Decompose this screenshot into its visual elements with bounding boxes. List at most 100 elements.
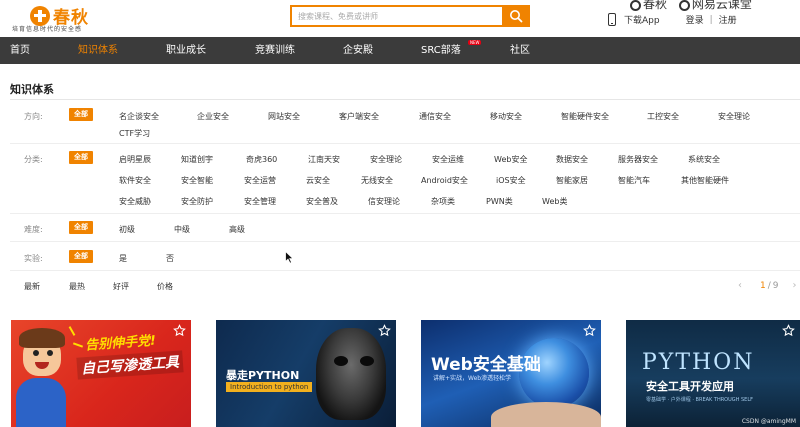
filter-option[interactable]: 安全理论 — [370, 154, 402, 165]
brand-chunqiu[interactable]: 春秋 — [643, 0, 667, 11]
next-page-button[interactable]: › — [793, 280, 797, 291]
hands-illustration — [491, 402, 601, 427]
filter-label-difficulty: 难度: — [24, 225, 43, 234]
favorite-star-icon[interactable] — [782, 324, 795, 337]
filter-option[interactable]: 智能家居 — [556, 175, 588, 186]
filter-option[interactable]: 企业安全 — [197, 111, 229, 122]
filter-option[interactable]: 网站安全 — [268, 111, 300, 122]
filter-option[interactable]: 工控安全 — [647, 111, 679, 122]
filter-all-category[interactable]: 全部 — [69, 151, 93, 164]
brand-netease[interactable]: 网易云课堂 — [692, 0, 752, 11]
filter-option[interactable]: 无线安全 — [361, 175, 393, 186]
nav-home[interactable]: 首页 — [10, 37, 30, 64]
filter-label-lab: 实验: — [24, 254, 43, 263]
filter-label-category: 分类: — [24, 155, 43, 164]
nav-knowledge-system[interactable]: 知识体系 — [78, 37, 118, 64]
filter-option[interactable]: 安全运营 — [244, 175, 276, 186]
main-nav: 首页 知识体系 职业成长 竞赛训练 企安殿 SRC部落 NEW 社区 — [0, 37, 800, 64]
filter-all-lab[interactable]: 全部 — [69, 250, 93, 263]
search-box — [290, 5, 530, 27]
filter-option[interactable]: 是 — [119, 253, 127, 264]
filter-option[interactable]: 通信安全 — [419, 111, 451, 122]
divider — [10, 143, 800, 144]
watermark: CSDN @amingMM — [741, 418, 796, 425]
filter-option[interactable]: 移动安全 — [490, 111, 522, 122]
nav-competition-training[interactable]: 竞赛训练 — [255, 37, 295, 64]
page-separator: / — [767, 280, 771, 291]
filter-option[interactable]: 系统安全 — [688, 154, 720, 165]
link-separator: | — [709, 14, 713, 25]
filter-option[interactable]: 初级 — [119, 224, 135, 235]
search-button[interactable] — [502, 5, 530, 27]
favorite-star-icon[interactable] — [583, 324, 596, 337]
nav-enterprise-security[interactable]: 企安殿 — [343, 37, 373, 64]
download-app-link[interactable]: 下载App — [624, 13, 660, 26]
filter-option[interactable]: 云安全 — [306, 175, 330, 186]
user-links: 下载App 登录 | 注册 — [608, 13, 737, 26]
chunqiu-brand-icon — [630, 0, 641, 11]
nav-career-growth[interactable]: 职业成长 — [166, 37, 206, 64]
filter-option[interactable]: PWN类 — [486, 196, 513, 207]
skull-illustration — [316, 328, 386, 420]
filter-option[interactable]: 否 — [166, 253, 174, 264]
course-title: Web安全基础 — [431, 355, 541, 375]
site-slogan: 培育信息时代的安全感 — [12, 26, 83, 33]
sort-best-rated[interactable]: 好评 — [113, 281, 129, 292]
prev-page-button[interactable]: ‹ — [738, 280, 742, 291]
filter-option[interactable]: 奇虎360 — [246, 154, 277, 165]
nav-community[interactable]: 社区 — [510, 37, 530, 64]
nav-src-tribe[interactable]: SRC部落 — [421, 37, 461, 64]
register-link[interactable]: 注册 — [719, 13, 737, 26]
course-title: 暴走PYTHON — [226, 369, 300, 382]
filter-option[interactable]: 中级 — [174, 224, 190, 235]
filter-option[interactable]: 安全普及 — [306, 196, 338, 207]
divider — [10, 213, 800, 214]
filter-option[interactable]: 安全管理 — [244, 196, 276, 207]
filter-option[interactable]: 杂项类 — [431, 196, 455, 207]
filter-option[interactable]: 名企谈安全 — [119, 111, 159, 122]
course-subtitle: 安全工具开发应用 — [646, 380, 734, 393]
filter-option[interactable]: 其他智能硬件 — [681, 175, 729, 186]
sort-price[interactable]: 价格 — [157, 281, 173, 292]
filter-option[interactable]: 信安理论 — [368, 196, 400, 207]
filter-option[interactable]: 江南天安 — [308, 154, 340, 165]
filter-option[interactable]: 安全智能 — [181, 175, 213, 186]
filter-option[interactable]: 智能硬件安全 — [561, 111, 609, 122]
current-page: 1 — [760, 280, 766, 291]
section-title: 知识体系 — [10, 83, 54, 96]
filter-all-difficulty[interactable]: 全部 — [69, 221, 93, 234]
filter-option[interactable]: 服务器安全 — [618, 154, 658, 165]
course-card[interactable]: 暴走PYTHON Introduction to python — [216, 320, 396, 427]
filter-option[interactable]: 客户端安全 — [339, 111, 379, 122]
favorite-star-icon[interactable] — [378, 324, 391, 337]
filter-option[interactable]: 高级 — [229, 224, 245, 235]
filter-option[interactable]: Web类 — [542, 196, 567, 207]
divider — [10, 270, 800, 271]
filter-all-direction[interactable]: 全部 — [69, 108, 93, 121]
filter-option[interactable]: 安全威胁 — [119, 196, 151, 207]
filter-option[interactable]: CTF学习 — [119, 128, 150, 139]
course-subtitle: 讲解+实战，Web渗透轻松学 — [433, 375, 512, 382]
filter-option[interactable]: Android安全 — [421, 175, 468, 186]
filter-option[interactable]: 安全防护 — [181, 196, 213, 207]
sort-hottest[interactable]: 最热 — [69, 281, 85, 292]
filter-option[interactable]: Web安全 — [494, 154, 527, 165]
course-card[interactable]: PYTHON 安全工具开发应用 零基础学 · 户外课程 · BREAK THRO… — [626, 320, 800, 427]
favorite-star-icon[interactable] — [173, 324, 186, 337]
filter-option[interactable]: 启明星辰 — [119, 154, 151, 165]
filter-option[interactable]: 数据安全 — [556, 154, 588, 165]
netease-brand-icon — [678, 0, 690, 11]
filter-option[interactable]: 软件安全 — [119, 175, 151, 186]
course-card[interactable]: 告别伸手党! 自己写渗透工具 — [11, 320, 191, 427]
course-card[interactable]: Web安全基础 讲解+实战，Web渗透轻松学 — [421, 320, 601, 427]
filter-option[interactable]: 安全运维 — [432, 154, 464, 165]
search-icon — [510, 10, 523, 23]
login-link[interactable]: 登录 — [686, 13, 704, 26]
search-input[interactable] — [290, 5, 502, 27]
sort-newest[interactable]: 最新 — [24, 281, 40, 292]
filter-option[interactable]: 安全理论 — [718, 111, 750, 122]
course-tagline: 零基础学 · 户外课程 · BREAK THROUGH SELF — [646, 397, 753, 403]
filter-option[interactable]: 智能汽车 — [618, 175, 650, 186]
filter-option[interactable]: iOS安全 — [496, 175, 526, 186]
filter-option[interactable]: 知道创宇 — [181, 154, 213, 165]
